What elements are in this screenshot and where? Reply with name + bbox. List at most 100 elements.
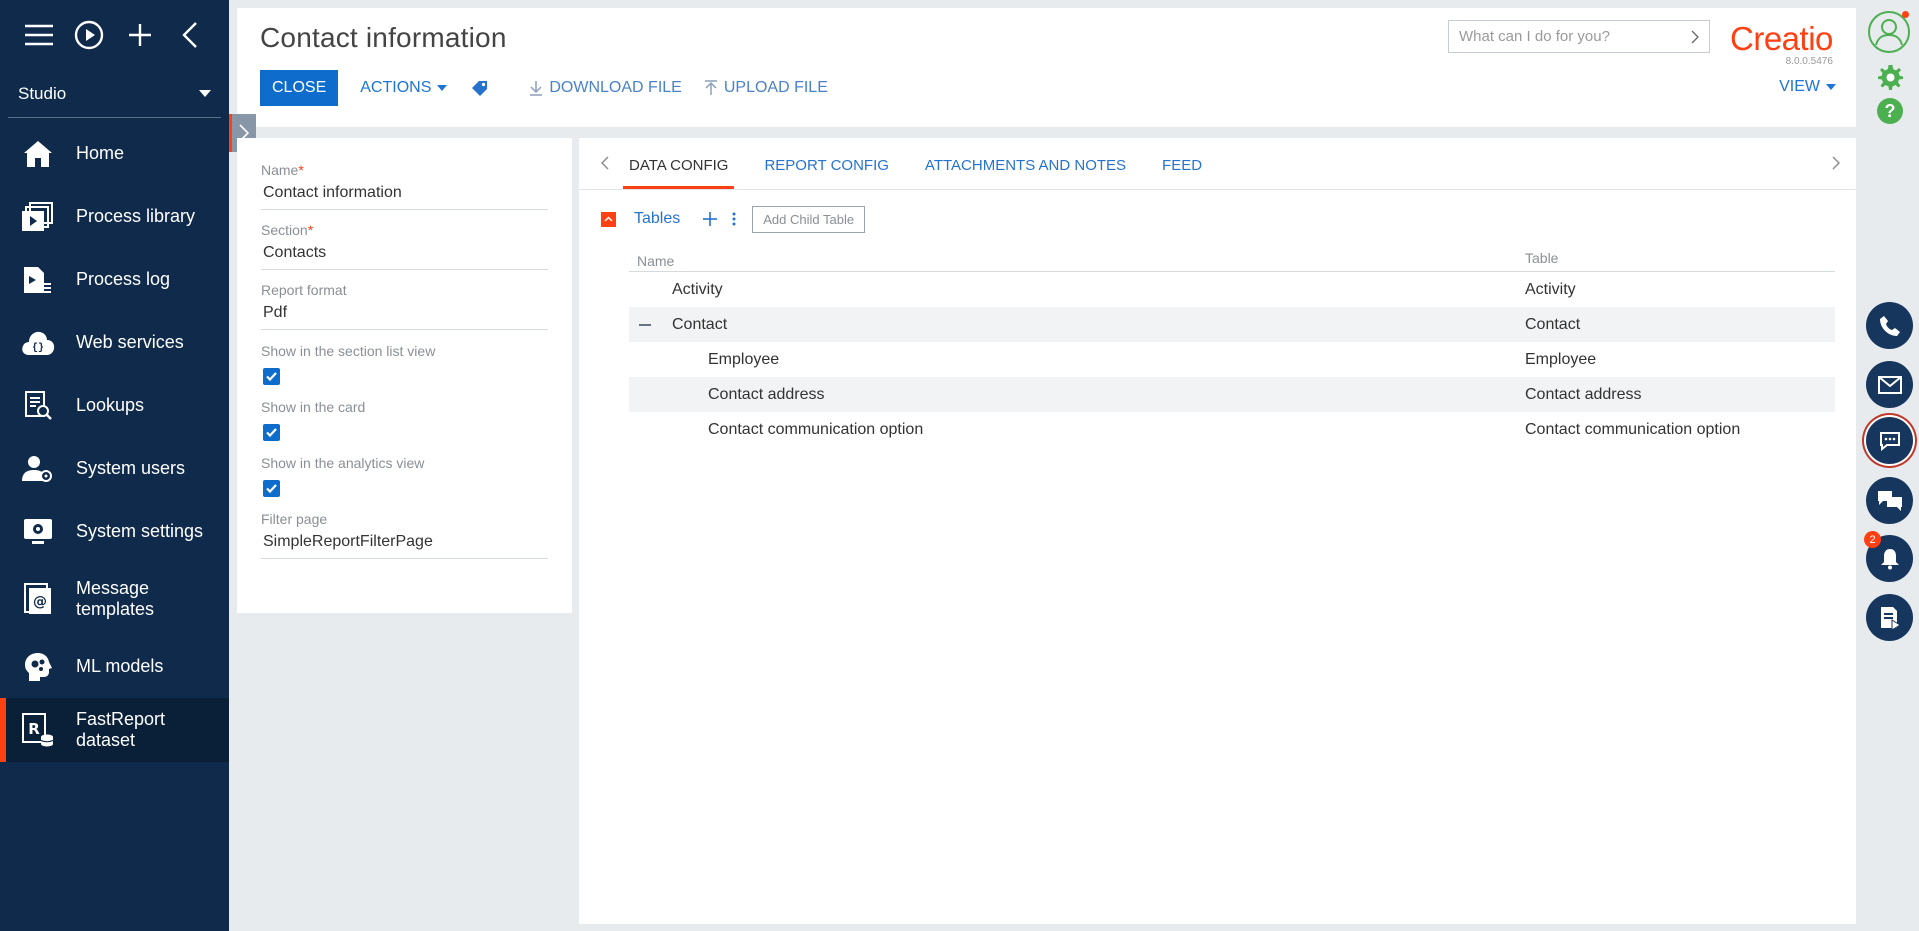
show-section-checkbox[interactable] bbox=[263, 368, 280, 385]
sidebar-item-message-templates[interactable]: @ Message templates bbox=[0, 563, 229, 635]
table-row[interactable]: Contact Contact bbox=[629, 307, 1835, 342]
row-table-cell: Employee bbox=[1525, 350, 1597, 368]
column-header-name[interactable]: Name bbox=[629, 250, 1525, 271]
tab-bar: DATA CONFIG REPORT CONFIG ATTACHMENTS AN… bbox=[579, 138, 1856, 190]
notifications-button[interactable]: 2 bbox=[1864, 531, 1913, 582]
show-analytics-checkbox[interactable] bbox=[263, 480, 280, 497]
filter-page-input[interactable]: SimpleReportFilterPage bbox=[261, 527, 548, 559]
message-templates-icon: @ bbox=[0, 583, 76, 615]
sidebar-item-label: FastReport dataset bbox=[76, 709, 166, 750]
tab-data-config[interactable]: DATA CONFIG bbox=[623, 157, 735, 189]
sidebar-item-process-log[interactable]: Process log bbox=[0, 248, 229, 311]
close-button[interactable]: CLOSE bbox=[260, 70, 339, 106]
sidebar-item-home[interactable]: Home bbox=[0, 122, 229, 185]
column-header-table[interactable]: Table bbox=[1525, 250, 1835, 271]
menu-icon[interactable] bbox=[14, 0, 64, 70]
table-row[interactable]: Employee Employee bbox=[629, 342, 1835, 377]
section-field-label: Section* bbox=[261, 222, 548, 238]
page-title: Contact information bbox=[260, 22, 507, 53]
section-input[interactable]: Contacts bbox=[261, 238, 548, 270]
command-search bbox=[1448, 20, 1710, 53]
tab-attachments-and-notes[interactable]: ATTACHMENTS AND NOTES bbox=[919, 157, 1132, 189]
workspace-selector[interactable]: Studio bbox=[8, 70, 221, 118]
required-marker: * bbox=[307, 222, 314, 238]
tables-label[interactable]: Tables bbox=[634, 210, 680, 228]
svg-text:@: @ bbox=[33, 594, 47, 610]
workspace-label: Studio bbox=[18, 83, 67, 103]
sidebar-item-label: Process library bbox=[76, 206, 196, 226]
name-field-label: Name* bbox=[261, 162, 548, 178]
row-table-cell: Contact bbox=[1525, 315, 1581, 333]
more-options-icon[interactable] bbox=[732, 211, 736, 227]
tag-icon[interactable] bbox=[471, 80, 489, 96]
user-profile-icon[interactable] bbox=[1867, 10, 1911, 54]
sidebar-item-system-settings[interactable]: System settings bbox=[0, 500, 229, 563]
email-button[interactable] bbox=[1866, 361, 1913, 408]
upload-file-button[interactable]: UPLOAD FILE bbox=[704, 79, 828, 97]
show-card-checkbox[interactable] bbox=[263, 424, 280, 441]
report-format-input[interactable]: Pdf bbox=[261, 298, 548, 330]
collapse-detail-button[interactable] bbox=[601, 211, 616, 227]
sidebar-item-ml-models[interactable]: ML models bbox=[0, 635, 229, 698]
row-table-cell: Contact address bbox=[1525, 385, 1642, 403]
name-input[interactable]: Contact information bbox=[261, 178, 548, 210]
required-marker: * bbox=[298, 162, 304, 178]
download-file-button[interactable]: DOWNLOAD FILE bbox=[529, 79, 682, 97]
view-button[interactable]: VIEW bbox=[1779, 78, 1836, 96]
phone-button[interactable] bbox=[1866, 302, 1913, 349]
checkmark-icon bbox=[266, 428, 277, 437]
process-button[interactable] bbox=[1866, 594, 1913, 641]
brand-name: Creatio bbox=[1730, 20, 1833, 57]
add-icon[interactable] bbox=[115, 0, 165, 70]
page-header: Contact information CLOSE ACTIONS DOWNLO… bbox=[237, 8, 1856, 127]
report-format-label: Report format bbox=[261, 282, 347, 298]
sidebar-item-label: Web services bbox=[76, 332, 184, 352]
row-table-cell: Contact communication option bbox=[1525, 420, 1741, 438]
details-form: Name* Contact information Section* Conta… bbox=[237, 138, 572, 613]
tab-report-config[interactable]: REPORT CONFIG bbox=[758, 157, 894, 189]
online-status-dot bbox=[1902, 11, 1909, 18]
filter-page-label: Filter page bbox=[261, 511, 328, 527]
tabs-scroll-left-icon[interactable] bbox=[599, 156, 613, 170]
show-analytics-label: Show in the analytics view bbox=[261, 455, 425, 471]
tab-feed[interactable]: FEED bbox=[1156, 157, 1208, 189]
section-label-text: Section bbox=[261, 222, 308, 238]
system-users-icon bbox=[0, 454, 76, 484]
table-row[interactable]: Contact address Contact address bbox=[629, 377, 1835, 412]
add-child-table-button[interactable]: Add Child Table bbox=[752, 205, 866, 233]
collapse-sidebar-icon[interactable] bbox=[165, 0, 215, 70]
sidebar-item-process-library[interactable]: Process library bbox=[0, 185, 229, 248]
feed-button[interactable] bbox=[1866, 477, 1913, 524]
creatio-logo: Creatio 8.0.0.5476 bbox=[1730, 20, 1833, 67]
web-services-icon: {} bbox=[0, 329, 76, 357]
chevron-down-icon bbox=[1826, 84, 1836, 90]
add-icon[interactable] bbox=[702, 211, 718, 227]
sidebar-item-label: System users bbox=[76, 458, 186, 478]
upload-icon bbox=[704, 80, 717, 95]
upload-file-label: UPLOAD FILE bbox=[723, 79, 828, 96]
sidebar-item-fastreport-dataset[interactable]: R FastReport dataset bbox=[0, 698, 229, 762]
sidebar-item-label: Lookups bbox=[76, 395, 145, 415]
sidebar-item-lookups[interactable]: Lookups bbox=[0, 374, 229, 437]
process-log-icon bbox=[0, 265, 76, 295]
sidebar-item-system-users[interactable]: System users bbox=[0, 437, 229, 500]
sidebar-topbar bbox=[0, 0, 229, 70]
main-panel: DATA CONFIG REPORT CONFIG ATTACHMENTS AN… bbox=[579, 138, 1856, 924]
gear-icon[interactable] bbox=[1877, 64, 1903, 95]
report-format-field: Report format Pdf bbox=[261, 270, 548, 330]
run-process-icon[interactable] bbox=[64, 0, 114, 70]
row-name-cell: Employee bbox=[708, 350, 780, 368]
help-icon[interactable]: ? bbox=[1877, 98, 1903, 124]
tabs-scroll-right-icon[interactable] bbox=[1828, 156, 1842, 170]
row-table-cell: Activity bbox=[1525, 280, 1576, 298]
search-input[interactable] bbox=[1459, 28, 1669, 45]
checkmark-icon bbox=[266, 372, 277, 381]
table-row[interactable]: Activity Activity bbox=[629, 272, 1835, 307]
sidebar-item-web-services[interactable]: {} Web services bbox=[0, 311, 229, 374]
chevron-right-icon[interactable] bbox=[1691, 30, 1699, 44]
view-label: VIEW bbox=[1779, 78, 1820, 95]
actions-button[interactable]: ACTIONS bbox=[360, 79, 448, 97]
fastreport-dataset-icon: R bbox=[0, 713, 76, 747]
chat-button[interactable] bbox=[1866, 417, 1913, 464]
table-row[interactable]: Contact communication option Contact com… bbox=[629, 412, 1835, 447]
